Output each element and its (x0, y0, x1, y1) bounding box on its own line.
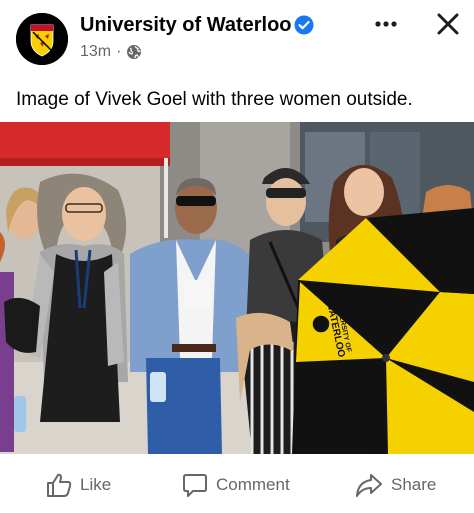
group-photo-illustration: UNIVERSITY OF WATERLOO (0, 122, 474, 454)
close-icon[interactable] (434, 10, 462, 38)
post-caption: Image of Vivek Goel with three women out… (16, 89, 413, 110)
share-arrow-icon (356, 473, 382, 497)
like-button[interactable]: Like (46, 456, 111, 513)
page-name-link[interactable]: University of Waterloo (80, 13, 292, 37)
comment-button[interactable]: Comment (182, 456, 290, 513)
thumbs-up-icon (47, 473, 72, 497)
speech-bubble-icon (183, 473, 207, 497)
page-avatar[interactable] (16, 13, 68, 65)
share-button[interactable]: Share (355, 456, 436, 513)
post-action-bar: Like Comment Share (0, 456, 474, 513)
post-header: University of Waterloo 13m · (0, 0, 474, 72)
post-photo[interactable]: UNIVERSITY OF WATERLOO (0, 122, 474, 454)
verified-badge-icon (294, 15, 314, 35)
like-label: Like (80, 474, 112, 494)
more-options-icon[interactable] (372, 12, 400, 36)
share-label: Share (391, 474, 437, 494)
timestamp[interactable]: 13m (80, 42, 111, 62)
university-crest-logo (16, 13, 68, 65)
post-meta: 13m · (80, 42, 142, 62)
meta-separator: · (116, 43, 122, 60)
comment-label: Comment (216, 474, 290, 494)
globe-icon[interactable] (126, 44, 142, 60)
